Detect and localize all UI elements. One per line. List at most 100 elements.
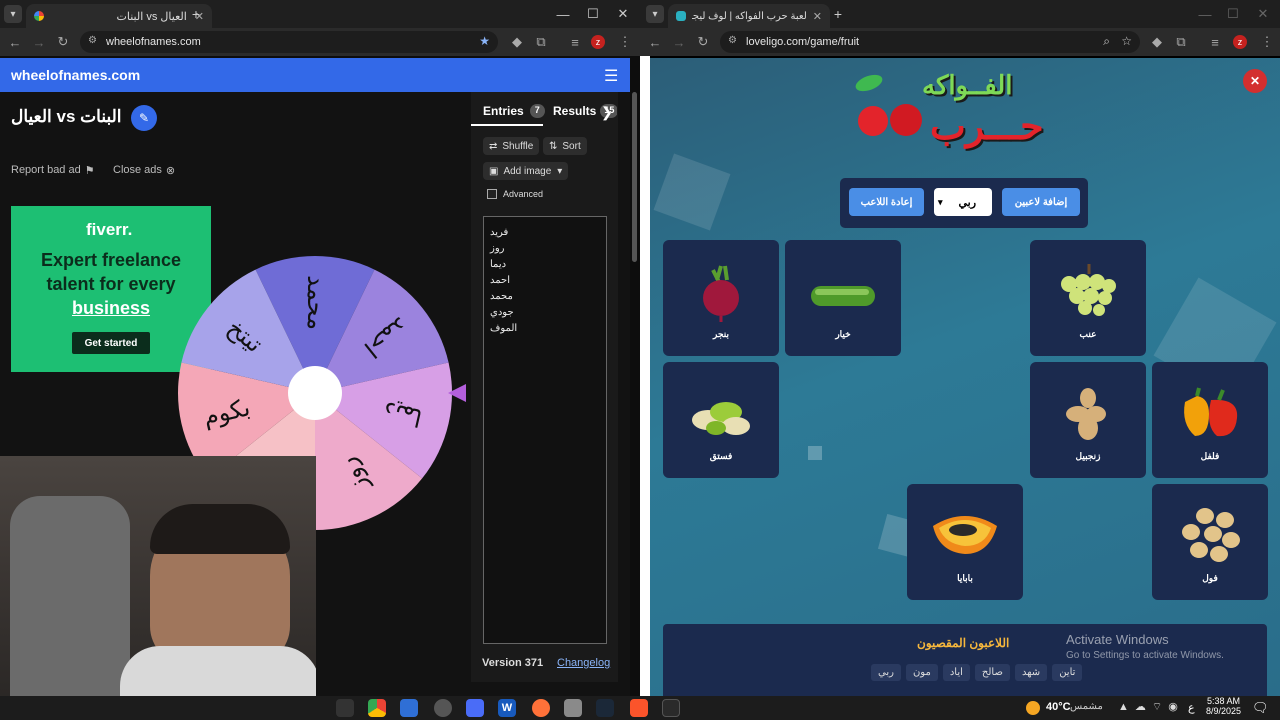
address-bar-right[interactable]: ⚙ loveligo.com/game/fruit ⌕ ☆	[720, 31, 1140, 53]
bookmark-star-icon-right[interactable]: ☆	[1121, 34, 1132, 48]
clock[interactable]: 5:38 AM 8/9/2025	[1206, 696, 1241, 716]
fruit-card[interactable]: زنجبيل	[1030, 362, 1146, 478]
checkbox-box[interactable]	[487, 189, 497, 199]
fruit-name: زنجبيل	[1075, 451, 1101, 461]
fruit-card[interactable]: بابايا	[907, 484, 1023, 600]
sort-label: Sort	[562, 140, 581, 152]
entry-line: الموف	[490, 323, 518, 334]
left-scrollbar-thumb[interactable]	[632, 92, 637, 262]
close-window-icon[interactable]: ✕	[612, 4, 634, 24]
eliminated-player-chip: مون	[905, 664, 938, 681]
forward-arrow-icon[interactable]: →	[30, 33, 48, 51]
tab-fruit-game[interactable]: لعبة حرب الفواكه | لوف ليجو يوفر... ✕	[668, 4, 830, 28]
close-window-icon-right[interactable]: ✕	[1252, 4, 1274, 24]
left-scrollbar[interactable]	[630, 92, 640, 696]
profile-avatar-right[interactable]: z	[1233, 35, 1247, 49]
input-language[interactable]: ع	[1188, 701, 1195, 714]
site-info-icon[interactable]: ⚙	[88, 35, 97, 46]
chrome-taskbar-icon[interactable]	[368, 699, 386, 717]
changelog-link[interactable]: Changelog	[557, 657, 610, 669]
media-icon[interactable]: ≡	[566, 33, 584, 51]
obs-taskbar-icon[interactable]	[434, 699, 452, 717]
fruit-name: فستق	[709, 451, 733, 461]
reset-player-button[interactable]: إعادة اللاعب	[849, 188, 924, 216]
firefox-taskbar-icon[interactable]	[532, 699, 550, 717]
reload-icon[interactable]: ↻	[54, 33, 72, 51]
grapes-icon	[1061, 264, 1116, 316]
left-toolbar: ← → ↻ ⚙ wheelofnames.com ★ ◆ ⧉ ≡ z ⋮	[0, 28, 640, 56]
logo-line-1: الفــواكه	[922, 70, 1013, 100]
edit-pencil-icon[interactable]: ✎	[131, 105, 157, 131]
fruit-card[interactable]: فلفل	[1152, 362, 1268, 478]
add-players-button[interactable]: إضافة لاعبين	[1002, 188, 1080, 216]
reload-icon-right[interactable]: ↻	[694, 33, 712, 51]
back-arrow-icon-right[interactable]: ←	[646, 33, 664, 51]
fruit-name: فول	[1202, 573, 1218, 583]
fruit-card[interactable]: عنب	[1030, 240, 1146, 356]
tab-entries[interactable]: Entries 7	[471, 104, 545, 126]
entries-textarea[interactable]: فريد روز ديما احمد محمد جودي الموف	[483, 216, 607, 644]
player-select-value: ربي	[958, 196, 977, 209]
close-ads-link[interactable]: Close ads ⊗	[113, 164, 175, 177]
discord-taskbar-icon[interactable]	[466, 699, 484, 717]
fruit-card[interactable]: فستق	[663, 362, 779, 478]
add-image-button[interactable]: ▣ Add image ▾	[483, 162, 569, 180]
close-game-button[interactable]: ✕	[1243, 69, 1267, 93]
new-tab-button-right[interactable]: +	[830, 5, 846, 23]
puzzle-icon[interactable]: ⧉	[532, 33, 550, 51]
advanced-checkbox[interactable]: Advanced	[487, 189, 543, 199]
bookmark-star-icon[interactable]: ★	[479, 34, 490, 48]
collapse-chevron-icon[interactable]: ❯	[601, 104, 613, 121]
fruit-name: بابايا	[957, 573, 973, 583]
media-icon-right[interactable]: ≡	[1206, 33, 1224, 51]
menu-dots-icon-right[interactable]: ⋮	[1258, 33, 1276, 51]
ad-headline-link[interactable]: business	[72, 298, 150, 318]
site-brand[interactable]: wheelofnames.com	[11, 67, 140, 83]
new-tab-button[interactable]: +	[188, 5, 204, 23]
tab-wheel[interactable]: العيال vs البنات ✕	[26, 4, 212, 28]
fruit-card[interactable]: خيار	[785, 240, 901, 356]
maximize-icon[interactable]: ☐	[582, 4, 604, 24]
back-arrow-icon[interactable]: ←	[6, 33, 24, 51]
sort-button[interactable]: ⇅ Sort	[543, 137, 587, 155]
url-text-right: loveligo.com/game/fruit	[746, 36, 860, 48]
close-tab-icon-right[interactable]: ✕	[813, 10, 822, 23]
close-ads-text: Close ads	[113, 164, 162, 176]
extension-icon-right[interactable]: ◆	[1148, 33, 1166, 51]
tab-list-button[interactable]: ▾	[4, 5, 22, 23]
left-border-strip	[640, 56, 650, 696]
word-taskbar-icon[interactable]: W	[498, 699, 516, 717]
steam-taskbar-icon[interactable]	[596, 699, 614, 717]
taskbar-app-icon[interactable]	[662, 699, 680, 717]
menu-dots-icon[interactable]: ⋮	[616, 33, 634, 51]
taskbar-app-icon[interactable]	[564, 699, 582, 717]
brave-taskbar-icon[interactable]	[630, 699, 648, 717]
address-bar[interactable]: ⚙ wheelofnames.com ★	[80, 31, 498, 53]
taskbar-app-icon[interactable]	[336, 699, 354, 717]
entry-line: فريد	[490, 227, 509, 238]
fruit-card[interactable]: فول	[1152, 484, 1268, 600]
maximize-icon-right[interactable]: ☐	[1222, 4, 1244, 24]
tab-list-button-right[interactable]: ▾	[646, 5, 664, 23]
wheel-favicon-icon	[34, 11, 44, 21]
forward-arrow-icon-right[interactable]: →	[670, 33, 688, 51]
weather-temp[interactable]: 40°C	[1046, 701, 1071, 713]
site-info-icon-right[interactable]: ⚙	[728, 35, 737, 46]
notification-icon[interactable]: 🗨	[1252, 700, 1269, 716]
extension-icon[interactable]: ◆	[508, 33, 526, 51]
store-taskbar-icon[interactable]	[400, 699, 418, 717]
wheel-center[interactable]	[288, 366, 342, 420]
minimize-icon-right[interactable]: —	[1194, 4, 1216, 24]
report-ad-link[interactable]: Report bad ad ⚑	[11, 164, 95, 177]
profile-avatar[interactable]: z	[591, 35, 605, 49]
cherry-icon	[858, 106, 888, 136]
zoom-icon[interactable]: ⌕	[1103, 34, 1110, 49]
get-started-button[interactable]: Get started	[72, 332, 150, 354]
minimize-icon[interactable]: —	[552, 4, 574, 24]
shuffle-button[interactable]: ⇄ Shuffle	[483, 137, 540, 155]
system-tray-icons[interactable]: ▲☁⌔◉	[1118, 700, 1184, 714]
puzzle-icon-right[interactable]: ⧉	[1172, 33, 1190, 51]
player-select[interactable]: ▾ ربي	[934, 188, 992, 216]
hamburger-menu-icon[interactable]: ☰	[604, 66, 618, 86]
fruit-card[interactable]: بنجر	[663, 240, 779, 356]
